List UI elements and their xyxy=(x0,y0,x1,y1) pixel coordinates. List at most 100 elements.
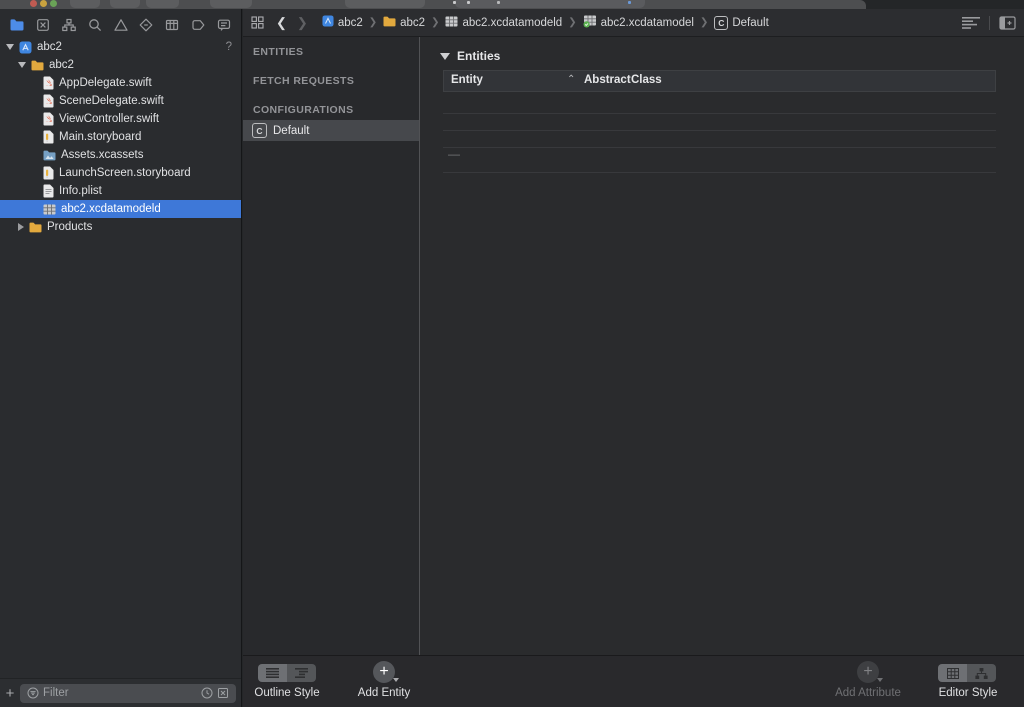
toolbar-button[interactable] xyxy=(146,0,179,8)
breadcrumb-configuration[interactable]: C Default xyxy=(714,15,769,30)
tree-item-label: LaunchScreen.storyboard xyxy=(59,167,191,179)
tree-item-label: abc2.xcdatamodeld xyxy=(61,203,161,215)
go-back-button[interactable]: ❮ xyxy=(276,16,287,29)
tree-item-label: Products xyxy=(47,221,93,233)
disclosure-open-icon[interactable] xyxy=(18,62,26,68)
add-entity-label: Add Entity xyxy=(357,687,411,699)
add-editor-icon[interactable] xyxy=(999,15,1016,30)
outline-style-segmented-control xyxy=(258,664,316,682)
configuration-label: Default xyxy=(273,124,310,137)
entity-editor: Entities Entity ⌃ Abstract Class — xyxy=(420,37,1024,655)
source-control-filter-icon[interactable] xyxy=(217,687,229,699)
toolbar-button[interactable] xyxy=(110,0,140,8)
breadcrumb-datamodel[interactable]: abc2.xcdatamodel xyxy=(583,14,694,31)
breadcrumb-datamodeld[interactable]: abc2.xcdatamodeld xyxy=(445,15,562,31)
activity-viewer xyxy=(455,0,645,8)
column-header-class[interactable]: Class xyxy=(631,74,662,86)
tree-row-file[interactable]: SceneDelegate.swift xyxy=(0,92,241,110)
add-attribute-label: Add Attribute xyxy=(835,687,901,699)
filter-field[interactable] xyxy=(20,683,236,703)
source-control-navigator-icon[interactable] xyxy=(32,15,54,35)
related-items-icon[interactable] xyxy=(251,16,264,29)
minimize-window-button[interactable] xyxy=(40,0,47,7)
add-file-button[interactable]: + xyxy=(0,686,20,701)
add-attribute-button[interactable]: + xyxy=(857,661,879,683)
disclosure-open-icon[interactable] xyxy=(6,44,14,50)
editor-style-graph-icon[interactable] xyxy=(967,664,996,682)
jump-bar: ❮ ❯ abc2 ❯ abc2 ❯ abc2.xcdatamodeld ❯ ab… xyxy=(243,9,1024,37)
tree-row-project[interactable]: abc2 ? xyxy=(0,38,241,56)
editor-style-label: Editor Style xyxy=(938,687,998,699)
test-navigator-icon[interactable] xyxy=(135,15,157,35)
tree-row-group[interactable]: abc2 xyxy=(0,56,241,74)
folder-icon xyxy=(31,60,44,71)
scheme-selector[interactable] xyxy=(345,0,425,8)
configurations-section-header: CONFIGURATIONS xyxy=(253,104,354,116)
tree-row-file[interactable]: Main.storyboard xyxy=(0,128,241,146)
tree-row-file[interactable]: Info.plist xyxy=(0,182,241,200)
toolbar-button[interactable] xyxy=(70,0,100,8)
add-entity-dropdown-icon[interactable] xyxy=(393,678,399,682)
breadcrumb-separator: ❯ xyxy=(431,17,440,28)
file-tree: abc2 ? abc2 AppDelegate.swift SceneDeleg… xyxy=(0,38,241,236)
sort-ascending-icon[interactable]: ⌃ xyxy=(567,74,575,85)
background xyxy=(866,0,1024,9)
tree-row-file[interactable]: ViewController.swift xyxy=(0,110,241,128)
folder-icon xyxy=(29,222,42,233)
filter-input[interactable] xyxy=(41,686,199,700)
xcode-project-icon xyxy=(19,41,32,54)
storyboard-file-icon xyxy=(43,166,54,180)
symbol-navigator-icon[interactable] xyxy=(58,15,80,35)
tree-row-file[interactable]: AppDelegate.swift xyxy=(0,74,241,92)
tree-item-label: ViewController.swift xyxy=(59,113,160,125)
report-navigator-icon[interactable] xyxy=(213,15,235,35)
xcode-project-icon xyxy=(322,15,334,30)
breadcrumb-project[interactable]: abc2 xyxy=(322,15,363,30)
model-outline-panel: ENTITIES FETCH REQUESTS CONFIGURATIONS C… xyxy=(243,37,419,655)
tree-row-file-selected[interactable]: abc2.xcdatamodeld xyxy=(0,200,241,218)
tree-item-label: AppDelegate.swift xyxy=(59,77,152,89)
close-window-button[interactable] xyxy=(30,0,37,7)
column-header-abstract[interactable]: Abstract xyxy=(584,74,631,86)
activity-glyph xyxy=(497,1,500,4)
add-entity-button[interactable]: + xyxy=(373,661,395,683)
tree-row-file[interactable]: Assets.xcassets xyxy=(0,146,241,164)
swift-file-icon xyxy=(43,94,54,108)
editor-options-icon[interactable] xyxy=(962,16,980,29)
table-row-separator xyxy=(443,113,996,114)
project-navigator-icon[interactable] xyxy=(6,15,28,35)
entities-section-header: ENTITIES xyxy=(253,46,304,58)
entities-group-header[interactable]: Entities xyxy=(440,49,500,63)
outline-style-label: Outline Style xyxy=(254,687,320,699)
tree-row-group[interactable]: Products xyxy=(0,218,241,236)
disclosure-closed-icon[interactable] xyxy=(18,223,24,231)
breadcrumb-group[interactable]: abc2 xyxy=(383,16,425,30)
debug-navigator-icon[interactable] xyxy=(161,15,183,35)
table-row-separator xyxy=(443,147,996,148)
toolbar-button[interactable] xyxy=(210,0,252,8)
breadcrumb-label: abc2 xyxy=(337,16,363,29)
configuration-row-default[interactable]: C Default xyxy=(243,120,419,141)
zoom-window-button[interactable] xyxy=(50,0,57,7)
outline-style-hierarchical-icon[interactable] xyxy=(287,664,316,682)
breadcrumb-separator: ❯ xyxy=(368,17,378,28)
outline-style-flat-icon[interactable] xyxy=(258,664,287,682)
jump-bar-right-controls xyxy=(962,15,1024,30)
column-header-entity[interactable]: Entity xyxy=(451,74,483,86)
breadcrumb-label: abc2.xcdatamodel xyxy=(600,16,694,29)
breakpoint-navigator-icon[interactable] xyxy=(187,15,209,35)
breadcrumb-label: abc2 xyxy=(400,16,426,29)
swift-file-icon xyxy=(43,112,54,126)
activity-glyph xyxy=(453,1,456,4)
configuration-c-icon: C xyxy=(714,15,729,30)
issue-navigator-icon[interactable] xyxy=(110,15,132,35)
window-toolbar-sliver xyxy=(0,0,866,9)
entity-table-header: Entity ⌃ Abstract Class xyxy=(443,70,996,92)
empty-table-placeholder: — xyxy=(448,147,460,161)
recent-files-clock-icon[interactable] xyxy=(201,687,213,699)
editor-style-table-icon[interactable] xyxy=(938,664,967,682)
tree-row-file[interactable]: LaunchScreen.storyboard xyxy=(0,164,241,182)
breadcrumb-label: abc2.xcdatamodeld xyxy=(462,16,563,29)
go-forward-button[interactable]: ❯ xyxy=(297,16,308,29)
find-navigator-icon[interactable] xyxy=(84,15,106,35)
